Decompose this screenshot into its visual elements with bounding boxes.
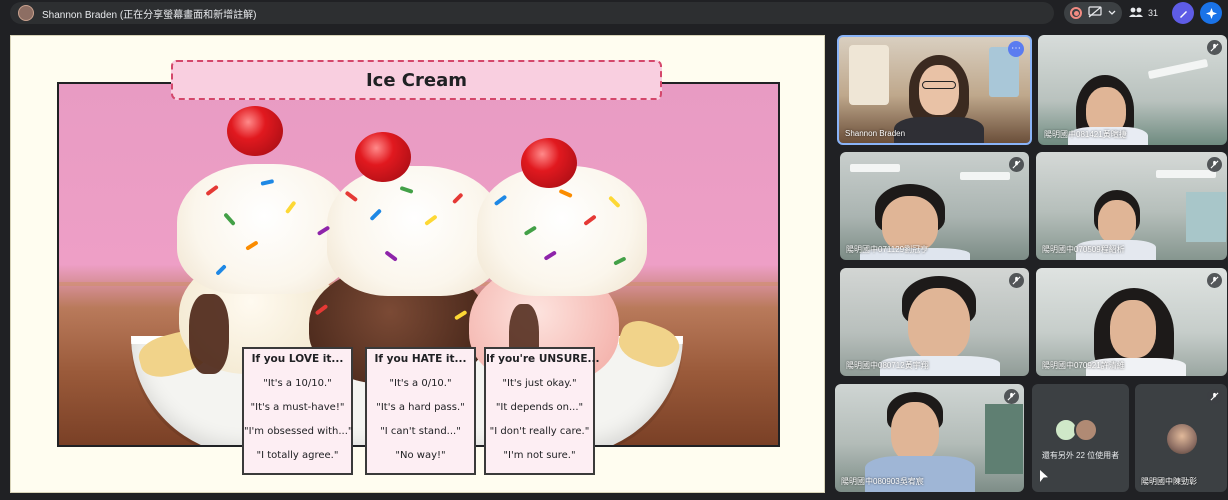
participant-name: Shannon Braden — [845, 129, 906, 138]
card-heading: If you LOVE it... — [251, 353, 344, 365]
card-phrase: "I'm not sure." — [503, 450, 576, 461]
participant-name: 陽明國中080903吳宥宸 — [841, 477, 924, 486]
love-phrases-card: If you LOVE it... "It's a 10/10." "It's … — [242, 347, 353, 475]
participant-tile[interactable]: 陽明國中071129劉冠亨 — [840, 152, 1029, 260]
card-phrase: "I totally agree." — [256, 450, 339, 461]
card-phrase: "I can't stand..." — [380, 426, 461, 437]
slide-title-banner: Ice Cream — [171, 60, 662, 100]
avatar — [1074, 418, 1098, 442]
record-icon — [1070, 7, 1082, 19]
others-count-label: 還有另外 22 位使用者 — [1041, 451, 1120, 460]
card-phrase: "It's a 10/10." — [263, 378, 332, 389]
mic-off-icon — [1009, 157, 1024, 172]
recording-controls[interactable] — [1064, 2, 1122, 24]
other-participants-tile[interactable]: 還有另外 22 位使用者 — [1032, 384, 1129, 492]
card-phrase: "It's a 0/10." — [389, 378, 452, 389]
presenter-status-bar: Shannon Braden (正在分享螢幕畫面和新增註解) — [10, 2, 1054, 24]
people-button[interactable]: 31 — [1128, 2, 1158, 24]
participant-name: 陽明國中070509程紹析 — [1042, 245, 1125, 254]
participant-name: 陽明國中070921許清維 — [1042, 361, 1125, 370]
participant-tile[interactable]: 陽明國中070921許清維 — [1036, 268, 1227, 376]
participant-tile[interactable]: 陽明國中081421黃暄捷 — [1038, 35, 1227, 145]
card-heading: If you HATE it... — [374, 353, 467, 365]
hate-phrases-card: If you HATE it... "It's a 0/10." "It's a… — [365, 347, 476, 475]
more-options-icon[interactable]: ⋯ — [1008, 41, 1024, 57]
participant-name: 陽明國中080712黃宇翔 — [846, 361, 929, 370]
screen-share-off-icon — [1088, 5, 1102, 21]
top-controls: 31 — [1064, 2, 1223, 24]
participant-name: 陽明國中陳勁彰 — [1141, 477, 1197, 486]
presenter-avatar — [18, 5, 34, 21]
mic-off-icon — [1207, 273, 1222, 288]
people-icon — [1128, 6, 1144, 21]
chevron-down-icon — [1108, 8, 1116, 19]
mic-off-icon — [1207, 157, 1222, 172]
participant-tile[interactable]: 陽明國中陳勁彰 — [1135, 384, 1227, 492]
slide-title: Ice Cream — [365, 69, 468, 91]
sparkle-icon — [1205, 7, 1217, 19]
participant-tile[interactable]: 陽明國中070509程紹析 — [1036, 152, 1227, 260]
mic-off-icon — [1207, 389, 1222, 404]
participant-count: 31 — [1148, 8, 1159, 18]
top-bar: Shannon Braden (正在分享螢幕畫面和新增註解) 31 — [0, 0, 1228, 26]
card-phrase: "No way!" — [395, 450, 446, 461]
participant-tile-shannon[interactable]: ⋯ Shannon Braden — [837, 35, 1032, 145]
card-phrase: "It's just okay." — [502, 378, 577, 389]
card-phrase: "I'm obsessed with..." — [244, 426, 353, 437]
card-phrase: "It's a must-have!" — [250, 402, 345, 413]
card-phrase: "It's a hard pass." — [376, 402, 465, 413]
mic-off-icon — [1207, 40, 1222, 55]
companion-button[interactable] — [1200, 2, 1223, 24]
card-phrase: "I don't really care." — [489, 426, 590, 437]
participant-name: 陽明國中071129劉冠亨 — [846, 245, 929, 254]
participant-tile[interactable]: 陽明國中080712黃宇翔 — [840, 268, 1029, 376]
card-heading: If you're UNSURE... — [486, 353, 600, 365]
participant-tile[interactable]: 陽明國中080903吳宥宸 — [835, 384, 1024, 492]
mic-off-icon — [1009, 273, 1024, 288]
cursor-icon — [1040, 470, 1048, 482]
card-phrase: "It depends on..." — [495, 402, 584, 413]
shared-screen: Ice Cream If you LOVE it... "It's a 10/1… — [10, 35, 825, 493]
unsure-phrases-card: If you're UNSURE... "It's just okay." "I… — [484, 347, 600, 475]
pen-icon — [1179, 10, 1187, 18]
mic-off-icon — [1004, 389, 1019, 404]
others-avatars — [1054, 418, 1098, 442]
participant-name: 陽明國中081421黃暄捷 — [1044, 130, 1127, 139]
presenter-status-text: Shannon Braden (正在分享螢幕畫面和新增註解) — [42, 9, 257, 21]
annotate-button[interactable] — [1172, 2, 1195, 24]
avatar — [1167, 424, 1197, 454]
